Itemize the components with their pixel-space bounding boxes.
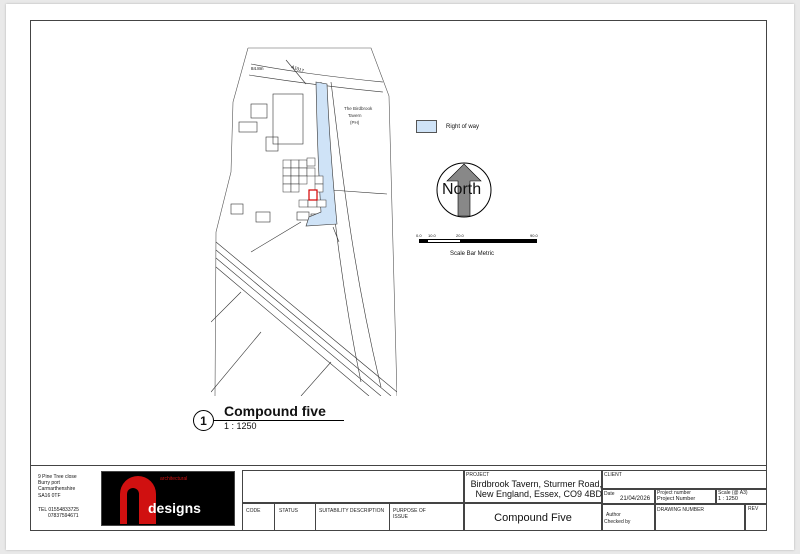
compound-five-marker	[308, 189, 318, 201]
date-value: 21/04/2026	[620, 496, 651, 502]
project-number-value: Project Number	[657, 496, 696, 502]
view-number: 1	[193, 410, 214, 431]
north-label: North	[442, 181, 482, 198]
legend-label: Right of way	[446, 124, 480, 130]
scale-tick-0: 0.0	[416, 233, 422, 238]
col-purpose: PURPOSE OF ISSUE	[393, 508, 426, 520]
map-pub-label-3: (PH)	[350, 120, 360, 125]
drawing-frame	[30, 20, 767, 531]
drawing-title: Compound Five	[494, 512, 572, 524]
view-scale: 1 : 1250	[224, 421, 257, 431]
project-line-2: New England, Essex, CO9 4BD	[475, 489, 602, 499]
logo-text: designs	[148, 500, 201, 516]
logo-small-text: architectural	[160, 476, 188, 482]
client-cell	[602, 470, 767, 489]
scale-bar	[419, 239, 537, 243]
revision-table	[242, 470, 464, 503]
map-benchmark-label: 84.8m	[251, 66, 264, 71]
office-address: 9 Pine Tree close Burry port Carmarthens…	[38, 474, 98, 519]
drawing-number-label: DRAWING NUMBER	[657, 507, 705, 513]
company-logo: architectural designs	[101, 471, 235, 526]
checked-label: Checked by	[604, 519, 631, 525]
address-mobile: 07837594671	[48, 513, 79, 520]
site-location-map: 84.8m A1017 The Birdbrook Tavern (PH)	[211, 47, 397, 396]
scale-tick-2: 20.0	[456, 233, 464, 238]
legend-swatch	[416, 120, 437, 133]
rev-label: REV	[748, 506, 759, 512]
project-label: PROJECT	[466, 472, 490, 478]
map-pub-label-2: Tavern	[348, 113, 362, 118]
logo-arch-inner	[127, 488, 139, 524]
scale-tick-3: 90.0	[530, 233, 538, 238]
project-address: Birdbrook Tavern, Sturmer Road, New Engl…	[466, 479, 602, 499]
date-label: Date	[604, 491, 615, 497]
address-spacer	[38, 499, 98, 507]
col-divider	[389, 503, 390, 531]
map-pub-label-1: The Birdbrook	[344, 106, 373, 111]
view-title: Compound five	[224, 403, 326, 419]
col-status: STATUS	[279, 508, 298, 514]
col-suitability: SUITABILITY DESCRIPTION	[319, 508, 385, 514]
scale-tick-1: 10.0	[428, 233, 436, 238]
scale-value: 1 : 1250	[718, 496, 738, 502]
scale-bar-title: Scale Bar Metric	[450, 251, 495, 257]
author-label: Author	[606, 512, 621, 518]
col-code: CODE	[246, 508, 261, 514]
project-line-1: Birdbrook Tavern, Sturmer Road,	[470, 479, 602, 489]
col-divider	[315, 503, 316, 531]
client-label: CLIENT	[604, 472, 622, 478]
col-divider	[274, 503, 275, 531]
